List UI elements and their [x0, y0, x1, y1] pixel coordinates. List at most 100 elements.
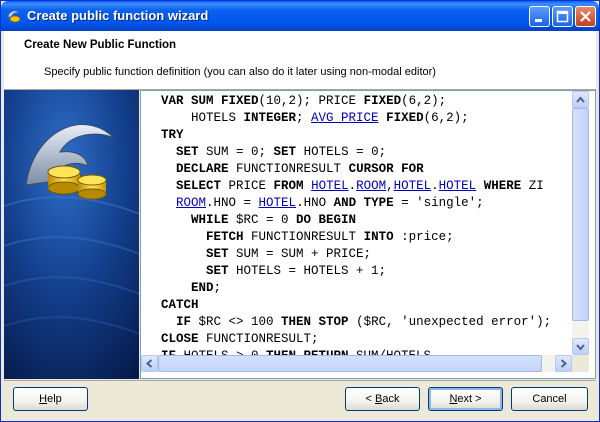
- scroll-right-button[interactable]: [555, 355, 572, 372]
- close-button[interactable]: [575, 6, 596, 27]
- code-text: $RC <> 100: [191, 315, 282, 329]
- code-keyword: CURSOR FOR: [348, 162, 424, 176]
- code-text: HOTELS = 0;: [296, 145, 387, 159]
- chevron-left-icon: [145, 359, 153, 368]
- code-object-link[interactable]: HOTEL: [311, 179, 349, 193]
- code-keyword: THEN STOP: [281, 315, 349, 329]
- code-keyword: AND: [333, 196, 357, 210]
- code-text: FUNCTIONRESULT: [243, 230, 364, 244]
- code-text: ($RC, 'unexpected error');: [348, 315, 552, 329]
- wizard-sidebar-image: [4, 90, 139, 379]
- code-line[interactable]: TRY: [161, 127, 184, 144]
- code-keyword: VAR SUM FIXED: [161, 94, 259, 108]
- code-keyword: END: [191, 281, 214, 295]
- code-text: (6,2);: [423, 111, 469, 125]
- close-icon: [580, 11, 591, 22]
- code-line[interactable]: DECLARE FUNCTIONRESULT CURSOR FOR: [161, 161, 424, 178]
- code-text: .: [348, 179, 357, 193]
- code-text: SUM = SUM + PRICE;: [228, 247, 372, 261]
- back-button-label: ack: [382, 393, 400, 405]
- back-button[interactable]: < Back: [345, 387, 420, 411]
- code-line[interactable]: HOTELS INTEGER; AVG PRICE FIXED(6,2);: [161, 110, 469, 127]
- code-text: (6,2);: [401, 94, 447, 108]
- code-text: .: [431, 179, 439, 193]
- vertical-scrollbar[interactable]: [572, 91, 589, 355]
- code-object-link[interactable]: ROOM: [176, 196, 206, 210]
- code-text: .HNO: [296, 196, 334, 210]
- code-text: :price;: [393, 230, 454, 244]
- code-line[interactable]: CATCH: [161, 297, 199, 314]
- code-line[interactable]: IF $RC <> 100 THEN STOP ($RC, 'unexpecte…: [161, 314, 551, 331]
- scroll-up-button[interactable]: [572, 91, 589, 108]
- maximize-button[interactable]: [552, 6, 573, 27]
- code-line[interactable]: SET SUM = SUM + PRICE;: [161, 246, 371, 263]
- vertical-scroll-thumb[interactable]: [572, 108, 589, 321]
- code-line[interactable]: END;: [161, 280, 221, 297]
- dolphin-icon: [6, 8, 22, 24]
- code-text: ZI: [521, 179, 544, 193]
- help-button-label: elp: [47, 393, 62, 405]
- cancel-button[interactable]: Cancel: [511, 387, 588, 411]
- code-line[interactable]: SET SUM = 0; SET HOTELS = 0;: [161, 144, 386, 161]
- code-line[interactable]: FETCH FUNCTIONRESULT INTO :price;: [161, 229, 454, 246]
- dolphin-coins-icon: [4, 90, 139, 379]
- code-text: (10,2); PRICE: [258, 94, 364, 108]
- maximize-icon: [556, 10, 569, 23]
- code-keyword: FETCH: [206, 230, 244, 244]
- code-keyword: SET: [206, 264, 229, 278]
- cancel-button-label: Cancel: [532, 393, 567, 405]
- code-object-link[interactable]: HOTEL: [259, 196, 297, 210]
- code-keyword: TYPE: [363, 196, 394, 210]
- code-line[interactable]: SET HOTELS = HOTELS + 1;: [161, 263, 386, 280]
- code-keyword: SET: [206, 247, 229, 261]
- title-bar[interactable]: Create public function wizard: [1, 1, 599, 31]
- next-button[interactable]: Next >: [428, 387, 503, 411]
- code-keyword: FROM: [273, 179, 304, 193]
- code-object-link[interactable]: AVG PRICE: [311, 111, 379, 125]
- code-object-link[interactable]: ROOM: [356, 179, 386, 193]
- code-keyword: IF: [176, 315, 192, 329]
- help-button-accelerator: H: [39, 393, 48, 405]
- code-object-link[interactable]: HOTEL: [439, 179, 477, 193]
- code-line[interactable]: IF HOTELS > 0 THEN RETURN SUM/HOTELS: [161, 348, 431, 355]
- code-keyword: SET: [176, 145, 199, 159]
- function-definition-editor[interactable]: VAR SUM FIXED(10,2); PRICE FIXED(6,2); H…: [140, 90, 596, 379]
- code-object-link[interactable]: HOTEL: [394, 179, 432, 193]
- code-line[interactable]: ROOM.HNO = HOTEL.HNO AND TYPE = 'single'…: [161, 195, 484, 212]
- code-keyword: SELECT: [176, 179, 222, 193]
- help-button[interactable]: Help: [13, 387, 88, 411]
- horizontal-scroll-thumb[interactable]: [158, 355, 542, 372]
- code-text: FUNCTIONRESULT: [228, 162, 349, 176]
- code-area[interactable]: VAR SUM FIXED(10,2); PRICE FIXED(6,2); H…: [141, 91, 573, 355]
- horizontal-scrollbar[interactable]: [141, 355, 572, 372]
- code-line[interactable]: CLOSE FUNCTIONRESULT;: [161, 331, 319, 348]
- scroll-down-button[interactable]: [572, 338, 589, 355]
- code-keyword: SET: [273, 145, 297, 159]
- code-keyword: FIXED: [363, 94, 402, 108]
- page-subtitle: Specify public function definition (you …: [44, 66, 436, 78]
- code-line[interactable]: SELECT PRICE FROM HOTEL.ROOM,HOTEL.HOTEL…: [161, 178, 544, 195]
- chevron-right-icon: [560, 359, 568, 368]
- window-title: Create public function wizard: [27, 8, 209, 23]
- code-keyword: INTO: [363, 230, 394, 244]
- code-line[interactable]: WHILE $RC = 0 DO BEGIN: [161, 212, 356, 229]
- code-line[interactable]: VAR SUM FIXED(10,2); PRICE FIXED(6,2);: [161, 93, 446, 110]
- back-button-label-pre: <: [365, 393, 375, 405]
- code-keyword: DO BEGIN: [296, 213, 357, 227]
- code-text: .HNO =: [206, 196, 259, 210]
- code-text: ;: [296, 111, 312, 125]
- code-text: HOTELS = HOTELS + 1;: [228, 264, 387, 278]
- code-text: ;: [213, 281, 222, 295]
- minimize-button[interactable]: [529, 6, 550, 27]
- scroll-left-button[interactable]: [141, 355, 158, 372]
- code-keyword: INTEGER: [243, 111, 297, 125]
